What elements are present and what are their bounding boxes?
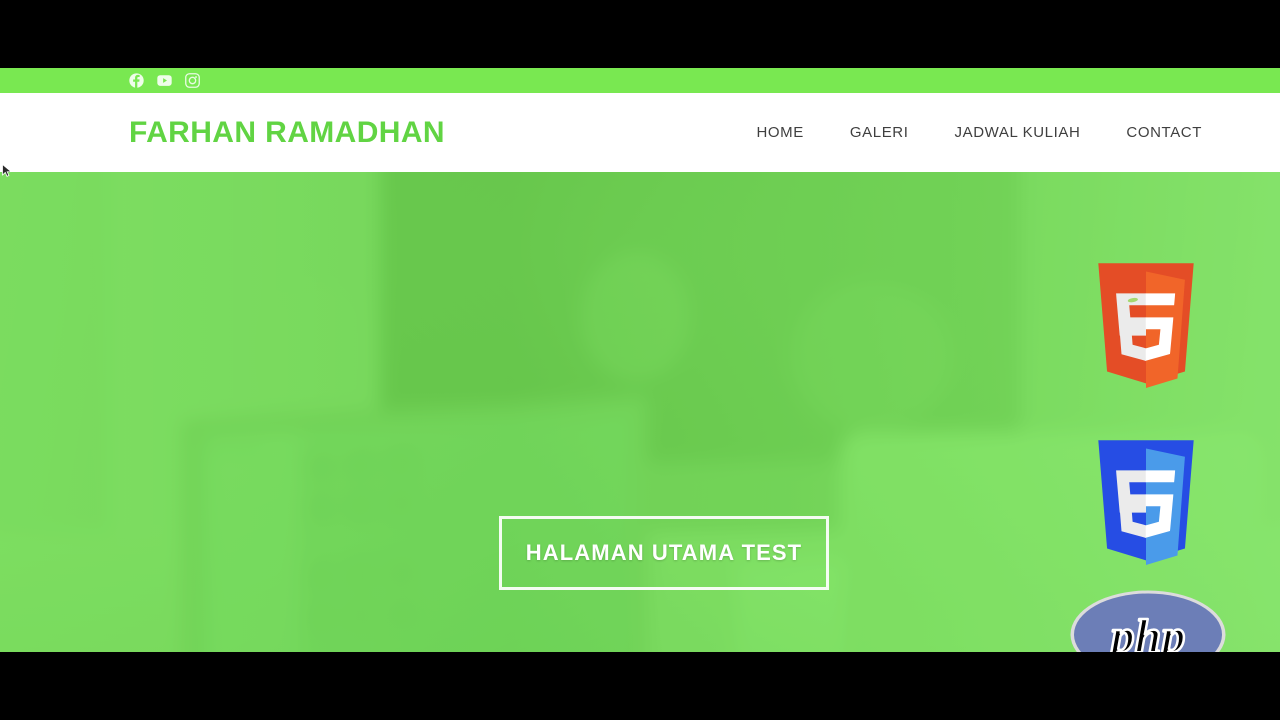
letterbox-bottom	[0, 652, 1280, 720]
hero-title-box: HALAMAN UTAMA TEST	[499, 516, 829, 590]
nav-item-home[interactable]: HOME	[756, 118, 803, 147]
nav-item-contact[interactable]: CONTACT	[1126, 118, 1202, 147]
site-logo-text[interactable]: FARHAN RAMADHAN	[129, 116, 445, 150]
hero-title: HALAMAN UTAMA TEST	[525, 540, 803, 565]
main-navigation: HOME GALERI JADWAL KULIAH CONTACT	[756, 118, 1202, 147]
hero-section: HALAMAN UTAMA TEST php	[0, 172, 1280, 652]
webpage: FARHAN RAMADHAN HOME GALERI JADWAL KULIA…	[0, 68, 1280, 652]
nav-item-galeri[interactable]: GALERI	[850, 118, 909, 147]
mouse-cursor	[2, 164, 13, 177]
php-logo: php	[1068, 587, 1228, 652]
instagram-icon[interactable]	[185, 73, 200, 88]
screen: FARHAN RAMADHAN HOME GALERI JADWAL KULIA…	[0, 0, 1280, 720]
letterbox-top	[0, 0, 1280, 68]
social-links	[129, 73, 200, 88]
site-header: FARHAN RAMADHAN HOME GALERI JADWAL KULIA…	[0, 93, 1280, 172]
top-social-bar	[0, 68, 1280, 93]
facebook-icon[interactable]	[129, 73, 144, 88]
css3-logo	[1080, 439, 1212, 591]
nav-item-jadwal-kuliah[interactable]: JADWAL KULIAH	[955, 118, 1081, 147]
youtube-icon[interactable]	[157, 73, 172, 88]
svg-text:php: php	[1107, 610, 1186, 652]
html5-logo	[1080, 262, 1212, 414]
